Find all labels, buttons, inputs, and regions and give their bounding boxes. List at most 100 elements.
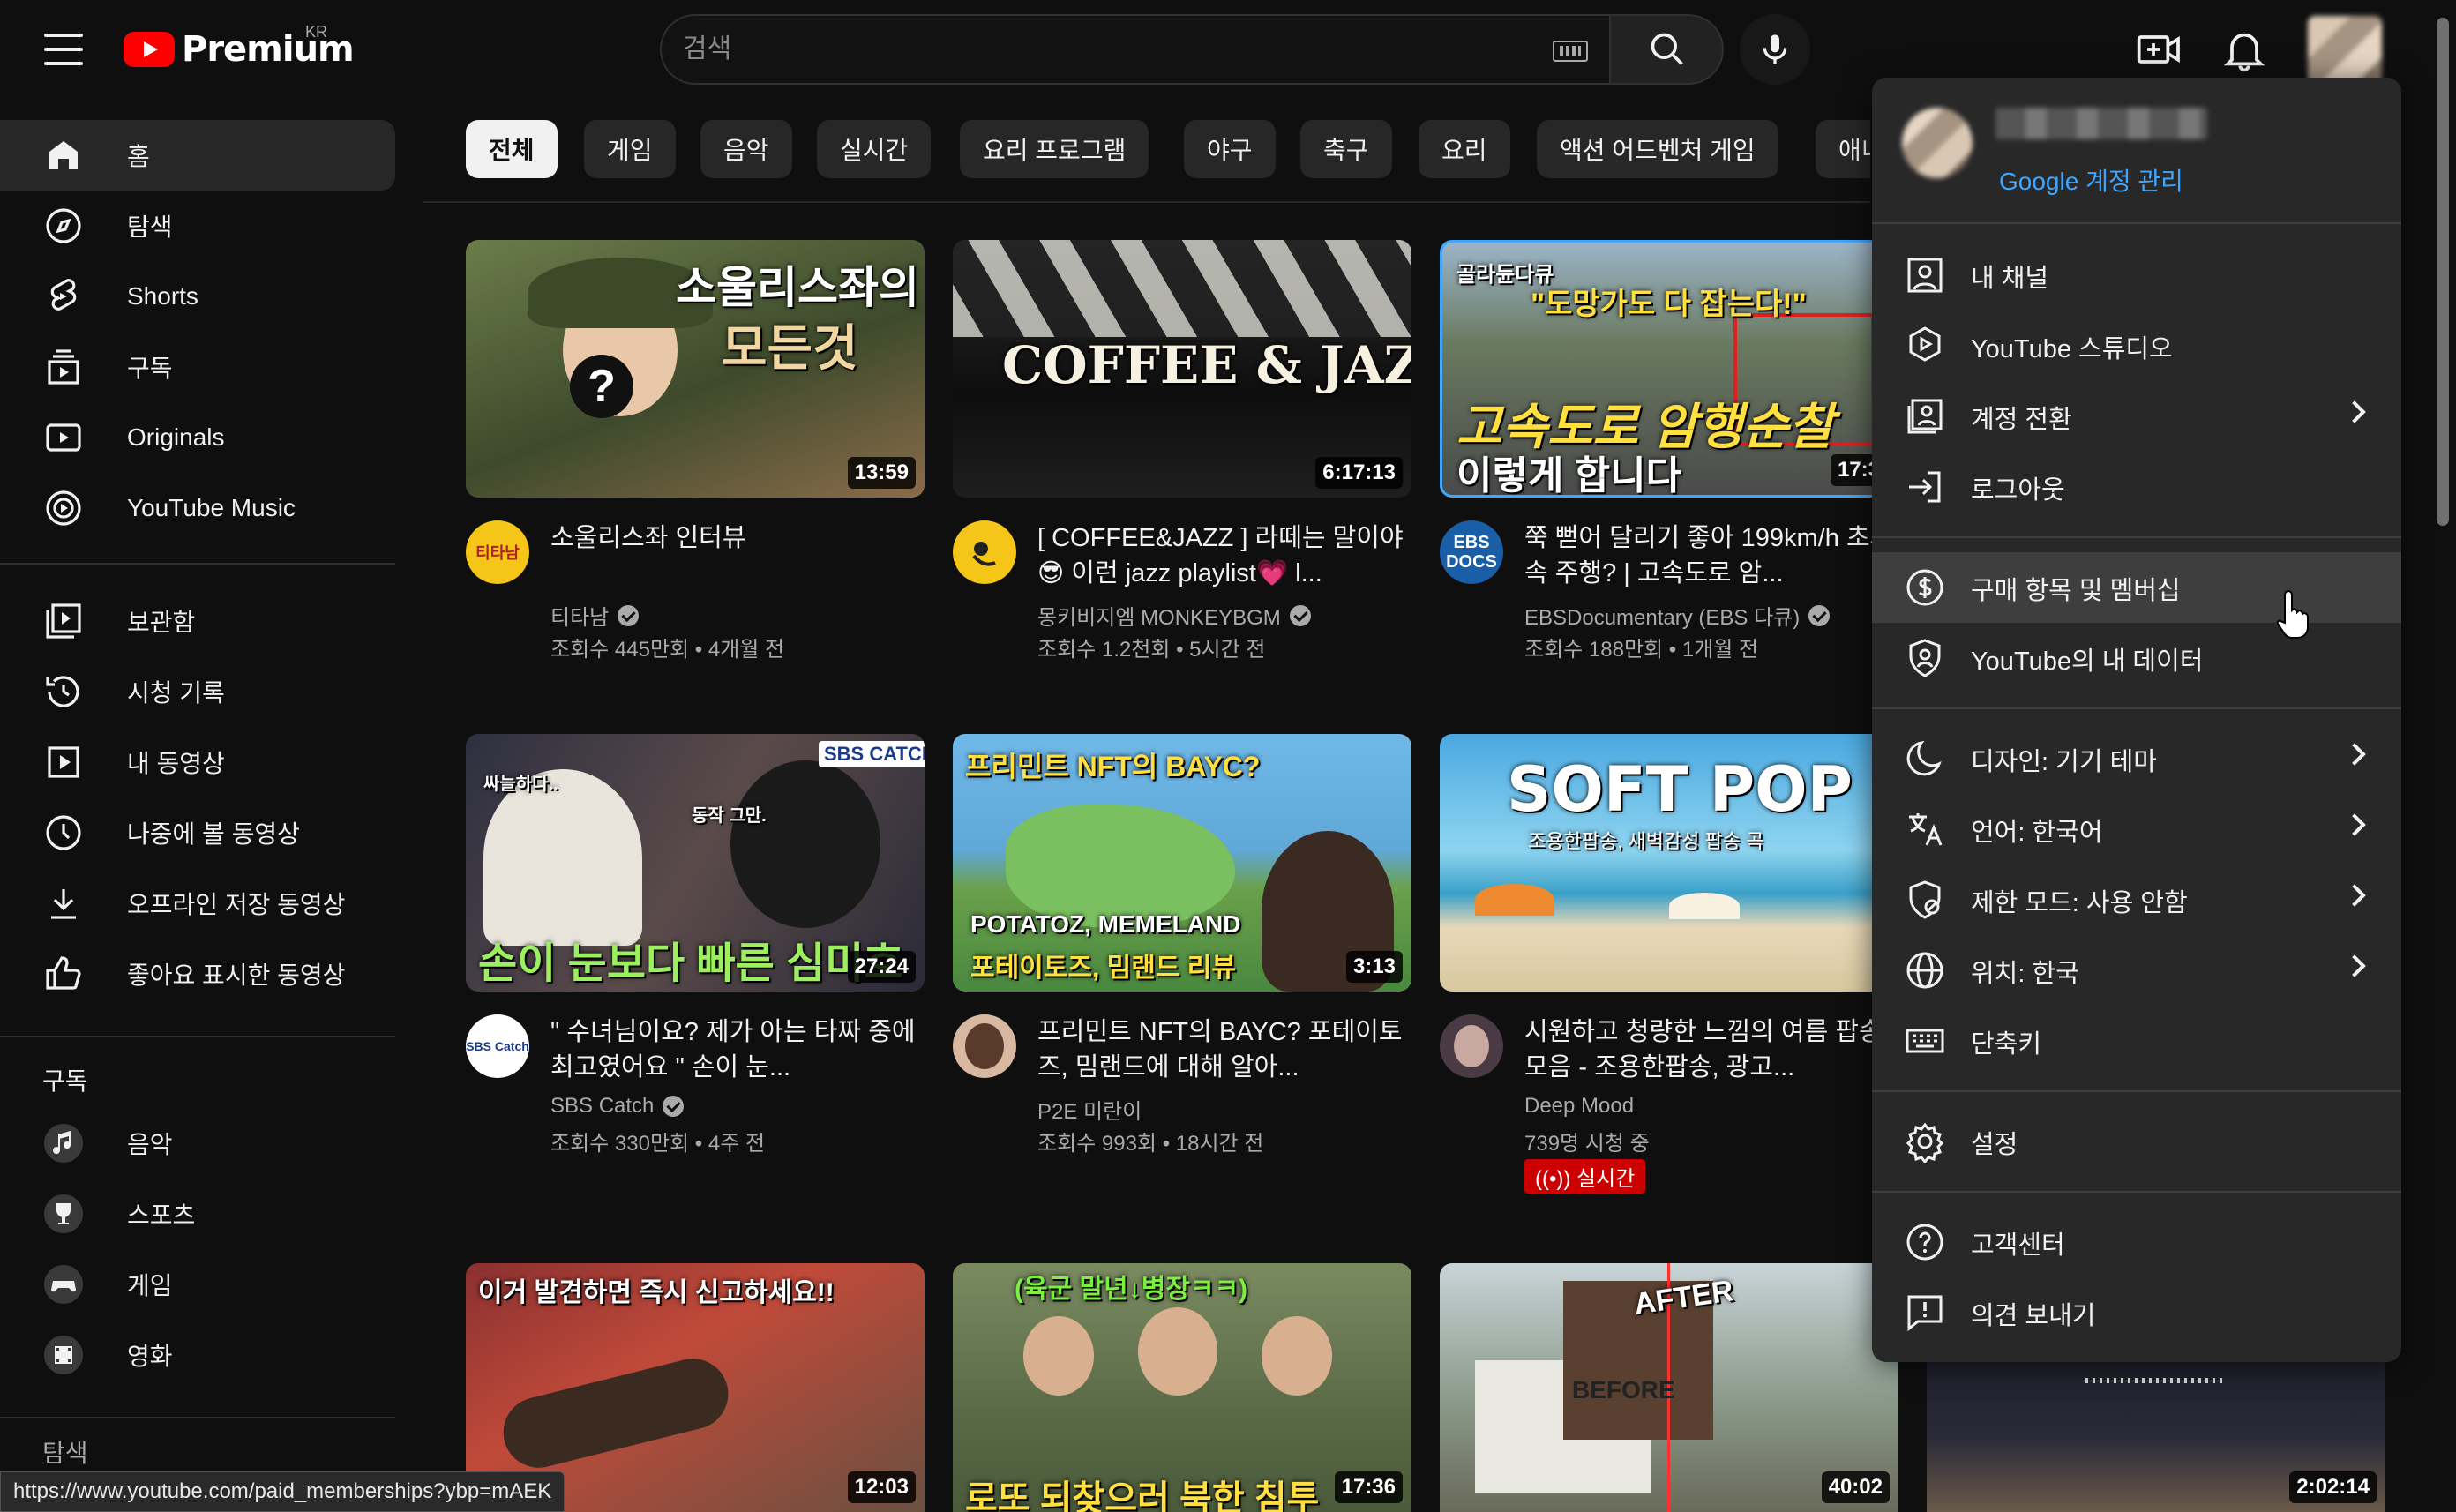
chevron-right-icon	[2343, 400, 2366, 423]
bottle-shape	[496, 1351, 736, 1476]
channel-name[interactable]: EBSDocumentary (EBS 다큐)	[1524, 600, 1831, 631]
menu-item-keyboard-shortcuts[interactable]: 단축키	[1872, 1006, 2401, 1076]
sidebar-item-sports-channel[interactable]: 스포츠	[0, 1179, 395, 1249]
chip-cooking-shows[interactable]: 요리 프로그램	[960, 120, 1149, 178]
thumbnail-caption: "도망가도 다 잡는다!"	[1531, 288, 1807, 321]
sidebar-item-home[interactable]: 홈	[0, 120, 395, 191]
channel-avatar[interactable]: SBS Catch	[466, 1014, 529, 1078]
channel-name[interactable]: P2E 미란이	[1037, 1094, 1142, 1125]
video-duration: 40:02	[1821, 1471, 1890, 1503]
thumbnail-caption: 동작 그만.	[692, 806, 767, 826]
video-title[interactable]: [ COFFEE&JAZZ ] 라떼는 말이야😎 이런 jazz playlis…	[1037, 520, 1417, 591]
voice-search-button[interactable]	[1740, 14, 1810, 85]
menu-item-send-feedback[interactable]: 의견 보내기	[1872, 1277, 2401, 1348]
shorts-icon	[50, 279, 77, 311]
page-scrollbar[interactable]	[2431, 0, 2456, 1512]
sidebar-item-my-videos[interactable]: 내 동영상	[0, 727, 395, 797]
chip-all[interactable]: 전체	[466, 120, 558, 178]
menu-icon[interactable]	[37, 28, 90, 71]
sidebar-item-youtube-music[interactable]: YouTube Music	[0, 473, 395, 543]
sidebar-item-liked-videos[interactable]: 좋아요 표시한 동영상	[0, 939, 395, 1009]
video-title[interactable]: 쭉 뻗어 달리기 좋아 199km/h 초과속 주행? | 고속도로 암...	[1524, 520, 1904, 591]
chip-music[interactable]: 음악	[700, 120, 792, 178]
menu-item-switch-account[interactable]: 계정 전환	[1872, 381, 2401, 452]
sidebar-item-watch-later[interactable]: 나중에 볼 동영상	[0, 797, 395, 868]
chip-cooking[interactable]: 요리	[1419, 120, 1510, 178]
video-title[interactable]: 프리민트 NFT의 BAYC? 포테이토즈, 밈랜드에 대해 알아...	[1037, 1014, 1417, 1085]
thumbnail-caption: SOFT POP	[1507, 753, 1853, 826]
search-icon	[1651, 33, 1683, 65]
menu-item-youtube-studio[interactable]: YouTube 스튜디오	[1872, 311, 2401, 381]
video-thumbnail[interactable]: 프리민트 NFT의 BAYC? POTATOZ, MEMELAND 포테이토즈,…	[953, 734, 1411, 992]
create-video-icon[interactable]	[2135, 25, 2184, 74]
stripe-pattern	[953, 240, 1411, 337]
video-title[interactable]: 시원하고 청량한 느낌의 여름 팝송 모음 - 조용한팝송, 광고...	[1524, 1014, 1904, 1085]
menu-item-my-channel[interactable]: 내 채널	[1872, 240, 2401, 311]
sidebar-item-gaming-channel[interactable]: 게임	[0, 1249, 395, 1320]
logout-icon	[1909, 471, 1941, 503]
sidebar-item-explore[interactable]: 탐색	[0, 191, 395, 261]
menu-item-purchases-memberships[interactable]: 구매 항목 및 멤버십	[1872, 552, 2401, 623]
chip-action-adventure[interactable]: 액션 어드벤처 게임	[1537, 120, 1778, 178]
youtube-home-page: Premium KR 홈	[0, 0, 2456, 1512]
sidebar-item-shorts[interactable]: Shorts	[0, 261, 395, 332]
video-thumbnail[interactable]: AFTER BEFORE 40:02	[1440, 1263, 1898, 1512]
sidebar-item-originals[interactable]: Originals	[0, 402, 395, 473]
shield-person-icon	[1909, 639, 1941, 677]
account-avatar-button[interactable]	[2308, 16, 2382, 86]
menu-item-your-data[interactable]: YouTube의 내 데이터	[1872, 623, 2401, 693]
sidebar-item-subscriptions[interactable]: 구독	[0, 332, 395, 402]
menu-item-location[interactable]: 위치: 한국	[1872, 935, 2401, 1006]
video-thumbnail[interactable]: 골라듄다큐 "도망가도 다 잡는다!" 고속도로 암행순찰 이렇게 합니다 17…	[1440, 240, 1898, 498]
hand-pointer-cursor-icon	[2276, 589, 2309, 639]
menu-item-sign-out[interactable]: 로그아웃	[1872, 452, 2401, 522]
chip-anime[interactable]: 애니	[1816, 120, 1870, 178]
video-thumbnail[interactable]: (육군 말년↓병장ㅋㅋ) 로또 되찾으러 북한 침투 17:36	[953, 1263, 1411, 1512]
sidebar-divider	[0, 563, 395, 565]
help-icon	[1906, 1224, 1943, 1261]
menu-item-settings[interactable]: 설정	[1872, 1106, 2401, 1177]
menu-label: 위치: 한국	[1971, 960, 2079, 988]
video-thumbnail[interactable]: ? 소울리스좌의 모든것 13:59	[466, 240, 925, 498]
chevron-right-icon	[2343, 954, 2366, 977]
video-thumbnail[interactable]: COFFEE & JAZZ 6:17:13	[953, 240, 1411, 498]
menu-item-appearance[interactable]: 디자인: 기기 테마	[1872, 723, 2401, 794]
video-thumbnail[interactable]: 싸늘하다.. 동작 그만. SBS CATCH 손이 눈보다 빠른 심미호 27…	[466, 734, 925, 992]
menu-item-restricted-mode[interactable]: 제한 모드: 사용 안함	[1872, 865, 2401, 935]
menu-item-language[interactable]: 언어: 한국어	[1872, 794, 2401, 865]
keyboard-icon[interactable]	[1553, 41, 1588, 62]
channel-name[interactable]: 티타남	[550, 600, 640, 631]
notifications-bell-icon[interactable]	[2220, 25, 2269, 74]
sidebar-item-movies-channel[interactable]: 영화	[0, 1320, 395, 1390]
channel-name[interactable]: 몽키비지엠 MONKEYBGM	[1037, 600, 1311, 631]
chip-gaming[interactable]: 게임	[584, 120, 676, 178]
channel-name[interactable]: Deep Mood	[1524, 1094, 1634, 1119]
search-button[interactable]	[1611, 14, 1724, 85]
channel-avatar[interactable]: EBS DOCS	[1440, 520, 1503, 584]
category-chips-bar: 전체 게임 음악 실시간 요리 프로그램 야구 축구 요리 액션 어드벤처 게임…	[423, 99, 1870, 203]
video-title[interactable]: " 수녀님이요? 제가 아는 타짜 중에 최고였어요 " 손이 눈...	[550, 1014, 930, 1085]
sidebar-item-history[interactable]: 시청 기록	[0, 656, 395, 727]
originals-icon	[46, 423, 81, 452]
sidebar-item-library[interactable]: 보관함	[0, 586, 395, 656]
video-title[interactable]: 소울리스좌 인터뷰	[550, 520, 930, 556]
video-thumbnail[interactable]: SOFT POP 조용한팝송, 새벽감성 팝송 곡	[1440, 734, 1898, 992]
sidebar-item-downloads[interactable]: 오프라인 저장 동영상	[0, 868, 395, 939]
channel-avatar[interactable]: 티타남	[466, 520, 529, 584]
search-input[interactable]	[683, 16, 1477, 83]
channel-avatar[interactable]	[953, 520, 1016, 584]
chip-live[interactable]: 실시간	[817, 120, 932, 178]
video-duration: 2:02:14	[2289, 1471, 2377, 1503]
menu-label: YouTube 스튜디오	[1971, 335, 2173, 363]
menu-item-help[interactable]: 고객센터	[1872, 1207, 2401, 1277]
channel-name[interactable]: SBS Catch	[550, 1094, 685, 1119]
video-meta: 739명 시청 중	[1524, 1132, 1650, 1156]
scrollbar-thumb[interactable]	[2437, 18, 2449, 526]
channel-avatar[interactable]	[1440, 1014, 1503, 1078]
globe-icon	[1906, 952, 1943, 989]
sidebar-item-music-channel[interactable]: 음악	[0, 1108, 395, 1179]
manage-google-account-link[interactable]: Google 계정 관리	[1999, 162, 2183, 198]
chip-baseball[interactable]: 야구	[1184, 120, 1276, 178]
chip-soccer[interactable]: 축구	[1300, 120, 1392, 178]
channel-avatar[interactable]	[953, 1014, 1016, 1078]
